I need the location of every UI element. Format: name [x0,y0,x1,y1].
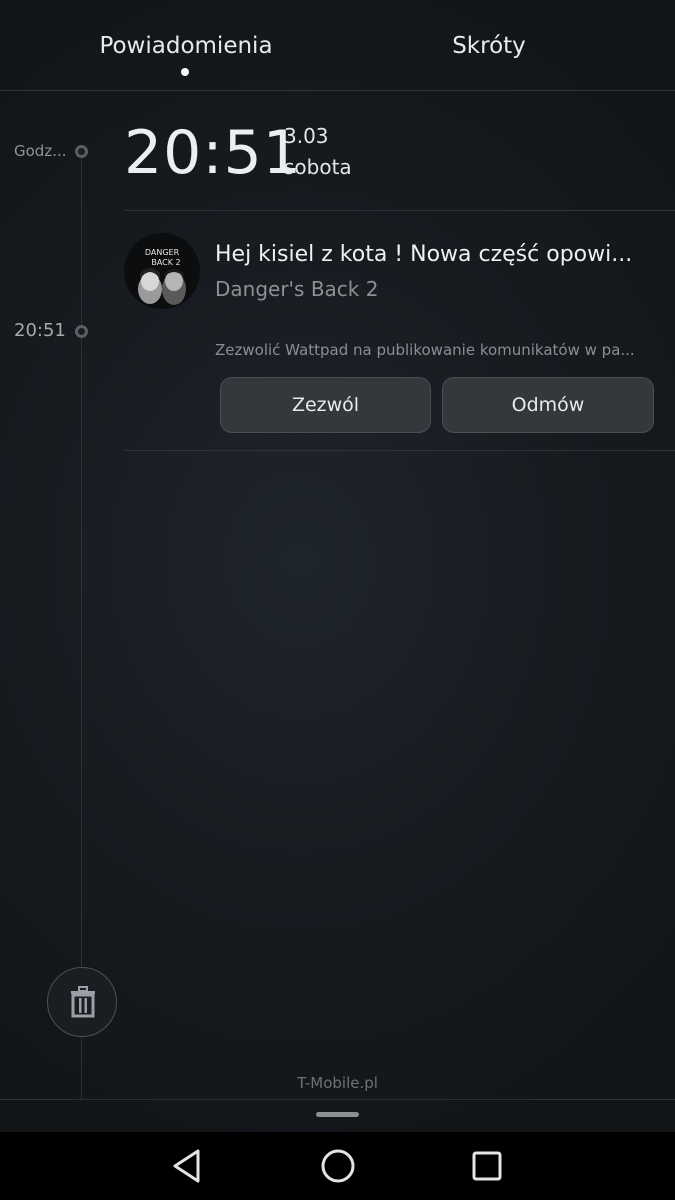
permission-text: Zezwolić Wattpad na publikowanie komunik… [215,341,635,359]
drag-handle[interactable] [316,1112,359,1117]
deny-button[interactable]: Odmów [442,377,654,433]
clock-time: 20:51 [124,118,302,188]
recents-icon [472,1151,502,1181]
avatar-text-line2: BACK 2 [151,258,180,267]
clock-weekday: sobota [284,155,352,179]
notification-avatar[interactable]: DANGER BACK 2 [124,233,200,309]
header-divider [0,90,675,91]
divider [124,450,675,451]
navigation-bar [0,1132,675,1200]
allow-button[interactable]: Zezwól [220,377,431,433]
divider [0,1099,675,1100]
timeline-header-label: Godz... [14,142,67,160]
active-tab-indicator [181,68,189,76]
timeline-entry-time: 20:51 [14,320,66,341]
notification-title[interactable]: Hej kisiel z kota ! Nowa część opowi... [215,240,660,270]
avatar-text-line1: DANGER [145,248,180,257]
tab-shortcuts[interactable]: Skróty [410,28,568,68]
home-icon [321,1149,355,1183]
clear-notifications-button[interactable] [47,967,117,1037]
trash-icon [71,986,95,1018]
back-icon [173,1149,200,1183]
tab-notifications[interactable]: Powiadomienia [86,28,286,68]
avatar-image: DANGER BACK 2 [124,233,200,309]
timeline-line [81,152,82,1100]
clock-date: 3.03 [284,124,329,148]
divider [124,210,675,211]
timeline-dot [75,325,88,338]
timeline-dot [75,145,88,158]
back-button[interactable] [168,1146,208,1186]
carrier-label: T-Mobile.pl [297,1074,378,1092]
recents-button[interactable] [467,1146,507,1186]
notification-subtitle: Danger's Back 2 [215,277,379,301]
home-button[interactable] [318,1146,358,1186]
tab-bar: Powiadomienia Skróty [0,0,675,90]
